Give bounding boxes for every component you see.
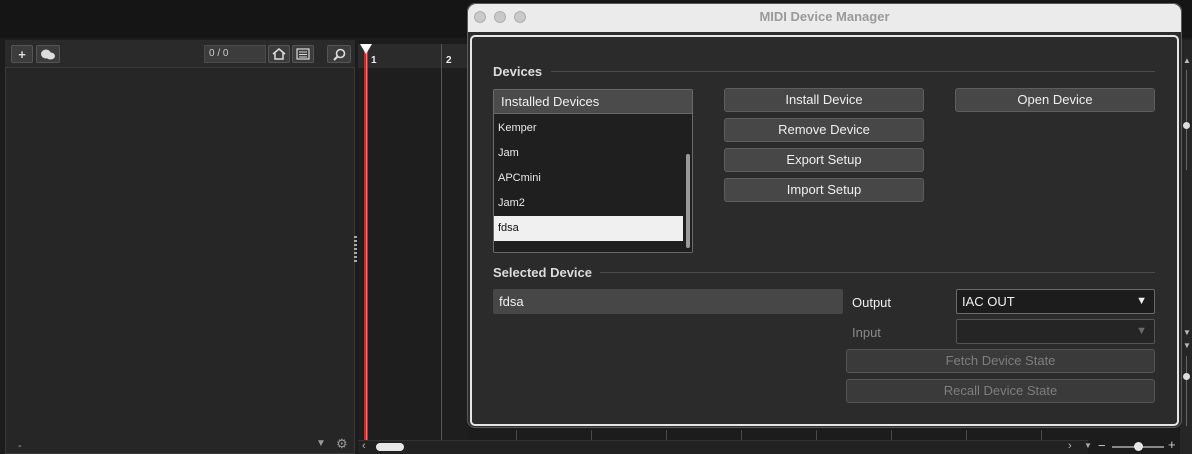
plus-icon: + (18, 46, 26, 62)
cloud-button[interactable] (36, 45, 60, 63)
zoom-slider-knob[interactable] (1134, 442, 1143, 451)
list-item[interactable]: Kemper (494, 116, 683, 141)
collapse-arrow-icon[interactable]: ▲ (1183, 56, 1191, 65)
output-select[interactable]: IAC OUT ▼ (956, 289, 1155, 314)
zoom-minus-icon[interactable]: − (1098, 438, 1106, 453)
track-list-panel (5, 40, 355, 454)
window-title: MIDI Device Manager (759, 9, 890, 24)
open-device-button[interactable]: Open Device (955, 88, 1155, 112)
input-select[interactable]: ▼ (956, 319, 1155, 344)
scroll-left-icon[interactable]: ‹ (362, 440, 366, 452)
remove-device-button[interactable]: Remove Device (724, 118, 924, 142)
zoom-dropdown-icon[interactable]: ▼ (1082, 441, 1094, 453)
list-header: Installed Devices (494, 90, 692, 114)
output-label: Output (852, 295, 892, 310)
vertical-zoom-knob[interactable] (1183, 373, 1190, 380)
list-item-selected[interactable]: fdsa (494, 216, 683, 241)
event-counter: 0 / 0 (204, 45, 266, 63)
add-track-button[interactable]: + (11, 45, 33, 63)
panel-splitter-handle[interactable] (354, 236, 357, 262)
vertical-zoom-track[interactable] (1186, 356, 1187, 426)
search-icon (332, 48, 345, 61)
list-icon (296, 48, 310, 60)
home-button[interactable] (268, 45, 290, 63)
dropdown-arrow-icon: ▼ (1136, 325, 1147, 337)
output-select-value: IAC OUT (962, 294, 1015, 309)
vertical-slider-knob[interactable] (1183, 122, 1190, 129)
recall-device-state-button[interactable]: Recall Device State (846, 379, 1155, 403)
ruler-marker: 1 (371, 55, 377, 66)
arrangement-area[interactable] (358, 68, 468, 440)
zoom-plus-icon[interactable]: + (1168, 437, 1176, 452)
vertical-slider-track[interactable] (1186, 70, 1187, 170)
device-name-field[interactable]: fdsa (493, 289, 843, 314)
ruler-marker: 2 (446, 55, 452, 66)
scrollbar-thumb[interactable] (376, 443, 404, 451)
section-divider (600, 272, 1155, 273)
devices-section-title: Devices (493, 64, 543, 79)
list-scrollbar-thumb[interactable] (686, 154, 690, 248)
scroll-down-icon-2[interactable]: ▼ (1183, 341, 1191, 350)
scroll-down-icon[interactable]: ▼ (1183, 328, 1191, 337)
horizontal-scrollbar[interactable] (358, 440, 1088, 454)
section-divider (551, 71, 1155, 72)
bottom-left-label: - (18, 440, 22, 452)
timeline-bottom-ticks (470, 430, 1080, 440)
export-setup-button[interactable]: Export Setup (724, 148, 924, 172)
import-setup-button[interactable]: Import Setup (724, 178, 924, 202)
playhead-line (366, 44, 367, 440)
list-item[interactable]: Jam (494, 141, 683, 166)
scroll-right-icon[interactable]: › (1068, 440, 1072, 452)
install-device-button[interactable]: Install Device (724, 88, 924, 112)
input-label: Input (852, 325, 881, 340)
dropdown-arrow-icon[interactable]: ▼ (316, 438, 326, 449)
playhead-marker-icon[interactable] (360, 44, 372, 54)
home-icon (272, 48, 286, 60)
gear-icon[interactable]: ⚙ (336, 436, 348, 452)
dropdown-arrow-icon: ▼ (1136, 295, 1147, 307)
list-item[interactable]: APCmini (494, 166, 683, 191)
list-view-button[interactable] (292, 45, 314, 63)
bar-line (441, 44, 442, 444)
fetch-device-state-button[interactable]: Fetch Device State (846, 349, 1155, 373)
selected-device-section-title: Selected Device (493, 265, 593, 280)
search-button[interactable] (327, 45, 351, 63)
list-item[interactable]: Jam2 (494, 191, 683, 216)
cloud-icon (41, 49, 55, 60)
